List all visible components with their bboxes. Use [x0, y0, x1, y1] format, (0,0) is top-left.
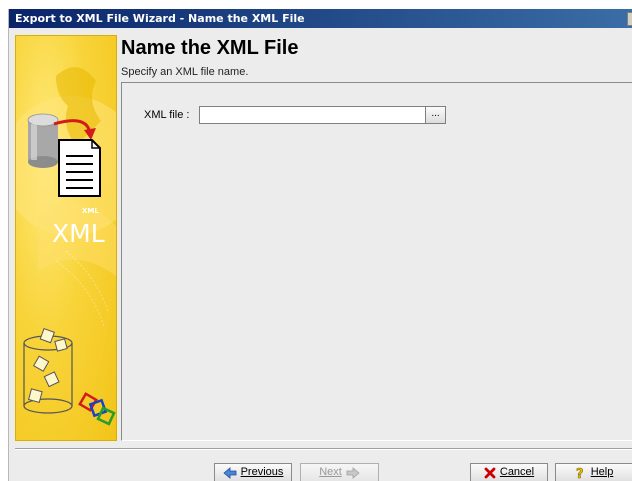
- wizard-sidebar-image: XML XML: [15, 35, 117, 441]
- arrow-right-icon: [346, 466, 360, 479]
- help-button[interactable]: ? Help: [555, 463, 632, 481]
- browse-button[interactable]: ...: [425, 106, 446, 124]
- cylinder-cubes-icon: [23, 327, 73, 414]
- xml-file-input[interactable]: [199, 106, 425, 124]
- xml-logo: XML: [52, 219, 105, 248]
- page-title: Name the XML File: [121, 37, 299, 59]
- xml-file-label: XML file :: [144, 109, 190, 121]
- cancel-x-icon: [484, 467, 496, 478]
- window-title: Export to XML File Wizard - Name the XML…: [15, 12, 305, 25]
- arrow-left-icon: [222, 466, 236, 479]
- page-subtitle: Specify an XML file name.: [121, 66, 249, 78]
- help-question-icon: ?: [575, 466, 584, 480]
- help-button-label: Help: [590, 466, 614, 478]
- document-icon: [58, 139, 101, 197]
- sidebar-illustration: XML XML: [16, 67, 116, 426]
- linked-squares-icon: [78, 392, 116, 426]
- xml-badge-text: XML: [82, 207, 99, 215]
- database-icon: [27, 113, 59, 168]
- previous-button[interactable]: Previous: [214, 463, 292, 481]
- cancel-button[interactable]: Cancel: [470, 463, 548, 481]
- wizard-window: Export to XML File Wizard - Name the XML…: [8, 9, 632, 481]
- footer-separator: [15, 448, 632, 450]
- next-button-label: Next: [319, 466, 342, 478]
- title-bar[interactable]: Export to XML File Wizard - Name the XML…: [9, 9, 632, 28]
- svg-text:?: ?: [576, 467, 584, 480]
- next-button[interactable]: Next: [300, 463, 379, 481]
- cancel-button-label: Cancel: [499, 466, 535, 478]
- content-panel: XML file : ...: [121, 82, 632, 441]
- title-bar-control[interactable]: [627, 12, 632, 26]
- previous-button-label: Previous: [240, 466, 284, 478]
